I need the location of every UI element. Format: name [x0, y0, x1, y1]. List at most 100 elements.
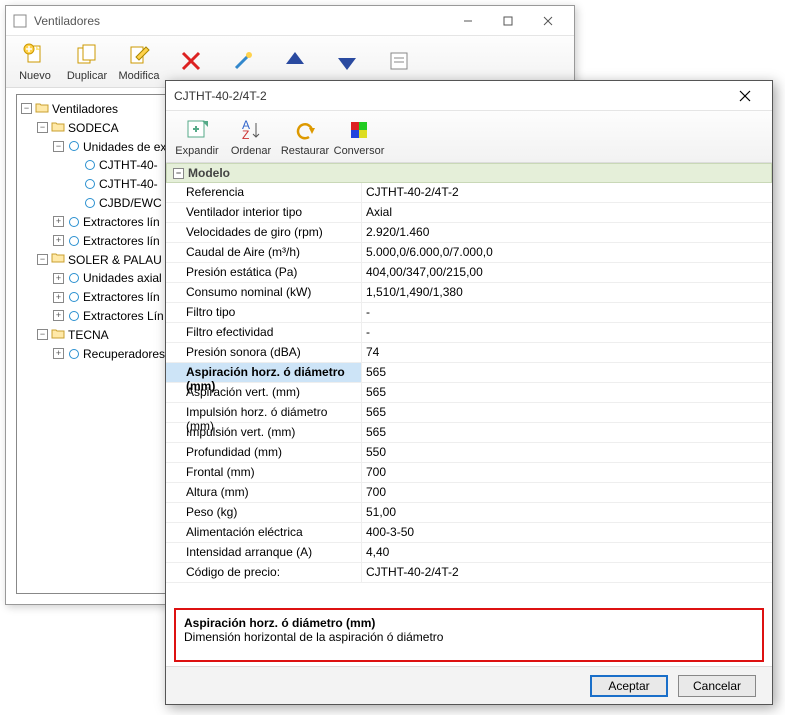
- property-row[interactable]: Frontal (mm)700: [166, 463, 772, 483]
- duplicate-icon: [73, 41, 101, 69]
- property-value[interactable]: 565: [361, 383, 772, 403]
- help-title: Aspiración horz. ó diámetro (mm): [184, 616, 754, 630]
- property-value[interactable]: 2.920/1.460: [361, 223, 772, 243]
- property-value[interactable]: -: [361, 303, 772, 323]
- property-row[interactable]: Impulsión horz. ó diámetro (mm)565: [166, 403, 772, 423]
- property-value[interactable]: 5.000,0/6.000,0/7.000,0: [361, 243, 772, 263]
- undo-icon: [291, 116, 319, 144]
- tool-wizard[interactable]: [218, 37, 268, 85]
- property-row[interactable]: Código de precio:CJTHT-40-2/4T-2: [166, 563, 772, 583]
- property-row[interactable]: Aspiración horz. ó diámetro (mm)565: [166, 363, 772, 383]
- property-value[interactable]: 565: [361, 403, 772, 423]
- dialog-toolbar: ExpandirAZOrdenarRestaurar Conversor: [166, 111, 772, 163]
- property-grid: − Modelo ReferenciaCJTHT-40-2/4T-2Ventil…: [166, 163, 772, 604]
- tree-toggle-icon[interactable]: +: [53, 273, 64, 284]
- property-row[interactable]: Presión estática (Pa)404,00/347,00/215,0…: [166, 263, 772, 283]
- property-label: Referencia: [166, 183, 361, 203]
- tree-toggle-icon[interactable]: +: [53, 235, 64, 246]
- tool-down[interactable]: [322, 37, 372, 85]
- tree-toggle-icon[interactable]: +: [53, 348, 64, 359]
- group-header[interactable]: − Modelo: [166, 163, 772, 183]
- dialog-titlebar: CJTHT-40-2/4T-2: [166, 81, 772, 111]
- property-value[interactable]: 550: [361, 443, 772, 463]
- sort-icon: AZ: [237, 116, 265, 144]
- property-row[interactable]: Profundidad (mm)550: [166, 443, 772, 463]
- property-row[interactable]: Ventilador interior tipoAxial: [166, 203, 772, 223]
- close-button[interactable]: [528, 7, 568, 35]
- property-row[interactable]: Presión sonora (dBA)74: [166, 343, 772, 363]
- convert-icon: [345, 116, 373, 144]
- property-label: Aspiración horz. ó diámetro (mm): [166, 363, 361, 383]
- tool-delete[interactable]: [166, 37, 216, 85]
- node-circle-icon: [69, 311, 79, 321]
- property-value[interactable]: 400-3-50: [361, 523, 772, 543]
- property-row[interactable]: Alimentación eléctrica400-3-50: [166, 523, 772, 543]
- dialog-close-button[interactable]: [726, 82, 764, 110]
- down-icon: [333, 47, 361, 75]
- property-row[interactable]: Altura (mm)700: [166, 483, 772, 503]
- property-row[interactable]: Filtro tipo-: [166, 303, 772, 323]
- property-row[interactable]: ReferenciaCJTHT-40-2/4T-2: [166, 183, 772, 203]
- property-value[interactable]: 565: [361, 423, 772, 443]
- maximize-button[interactable]: [488, 7, 528, 35]
- folder-icon: [51, 326, 65, 344]
- property-value[interactable]: 51,00: [361, 503, 772, 523]
- property-label: Velocidades de giro (rpm): [166, 223, 361, 243]
- tree-toggle-icon[interactable]: +: [53, 310, 64, 321]
- property-label: Filtro efectividad: [166, 323, 361, 343]
- property-label: Impulsión vert. (mm): [166, 423, 361, 443]
- tree-toggle-icon[interactable]: +: [53, 292, 64, 303]
- tree-toggle-icon[interactable]: −: [37, 329, 48, 340]
- tree-label: CJTHT-40-: [99, 177, 158, 191]
- tree-toggle-icon[interactable]: −: [37, 254, 48, 265]
- accept-button[interactable]: Aceptar: [590, 675, 668, 697]
- svg-text:Z: Z: [242, 128, 249, 142]
- wizard-icon: [229, 47, 257, 75]
- property-value[interactable]: 700: [361, 483, 772, 503]
- tree-toggle-icon[interactable]: −: [37, 122, 48, 133]
- property-row[interactable]: Consumo nominal (kW)1,510/1,490/1,380: [166, 283, 772, 303]
- property-value[interactable]: Axial: [361, 203, 772, 223]
- collapse-icon[interactable]: −: [173, 168, 184, 179]
- property-row[interactable]: Aspiración vert. (mm)565: [166, 383, 772, 403]
- delete-icon: [177, 47, 205, 75]
- node-circle-icon: [85, 179, 95, 189]
- tree-toggle-icon[interactable]: −: [53, 141, 64, 152]
- tool-ordenar[interactable]: AZOrdenar: [226, 112, 276, 160]
- tool-Nuevo[interactable]: Nuevo: [10, 37, 60, 85]
- tool-up[interactable]: [270, 37, 320, 85]
- minimize-button[interactable]: [448, 7, 488, 35]
- node-circle-icon: [85, 160, 95, 170]
- property-value[interactable]: CJTHT-40-2/4T-2: [361, 563, 772, 583]
- property-value[interactable]: 74: [361, 343, 772, 363]
- property-value[interactable]: 565: [361, 363, 772, 383]
- folder-icon: [35, 100, 49, 118]
- tool-Duplicar[interactable]: Duplicar: [62, 37, 112, 85]
- tree-label: Extractores Lín: [83, 309, 164, 323]
- tree-toggle-icon[interactable]: +: [53, 216, 64, 227]
- node-circle-icon: [69, 273, 79, 283]
- property-row[interactable]: Intensidad arranque (A)4,40: [166, 543, 772, 563]
- tool-form[interactable]: [374, 37, 424, 85]
- form-icon: [385, 47, 413, 75]
- property-row[interactable]: Caudal de Aire (m³/h)5.000,0/6.000,0/7.0…: [166, 243, 772, 263]
- tool-expandir[interactable]: Expandir: [172, 112, 222, 160]
- tool-Modifica[interactable]: Modifica: [114, 37, 164, 85]
- cancel-button[interactable]: Cancelar: [678, 675, 756, 697]
- property-value[interactable]: 1,510/1,490/1,380: [361, 283, 772, 303]
- tool-label: Conversor: [334, 145, 385, 157]
- property-row[interactable]: Impulsión vert. (mm)565: [166, 423, 772, 443]
- main-titlebar: Ventiladores: [6, 6, 574, 36]
- tool-restaurar[interactable]: Restaurar: [280, 112, 330, 160]
- property-value[interactable]: -: [361, 323, 772, 343]
- property-value[interactable]: 404,00/347,00/215,00: [361, 263, 772, 283]
- property-value[interactable]: 4,40: [361, 543, 772, 563]
- property-value[interactable]: CJTHT-40-2/4T-2: [361, 183, 772, 203]
- property-value[interactable]: 700: [361, 463, 772, 483]
- property-row[interactable]: Filtro efectividad-: [166, 323, 772, 343]
- property-row[interactable]: Velocidades de giro (rpm)2.920/1.460: [166, 223, 772, 243]
- tool-label: Nuevo: [19, 70, 51, 82]
- tree-toggle-icon[interactable]: −: [21, 103, 32, 114]
- property-row[interactable]: Peso (kg)51,00: [166, 503, 772, 523]
- tool-conversor[interactable]: Conversor: [334, 112, 384, 160]
